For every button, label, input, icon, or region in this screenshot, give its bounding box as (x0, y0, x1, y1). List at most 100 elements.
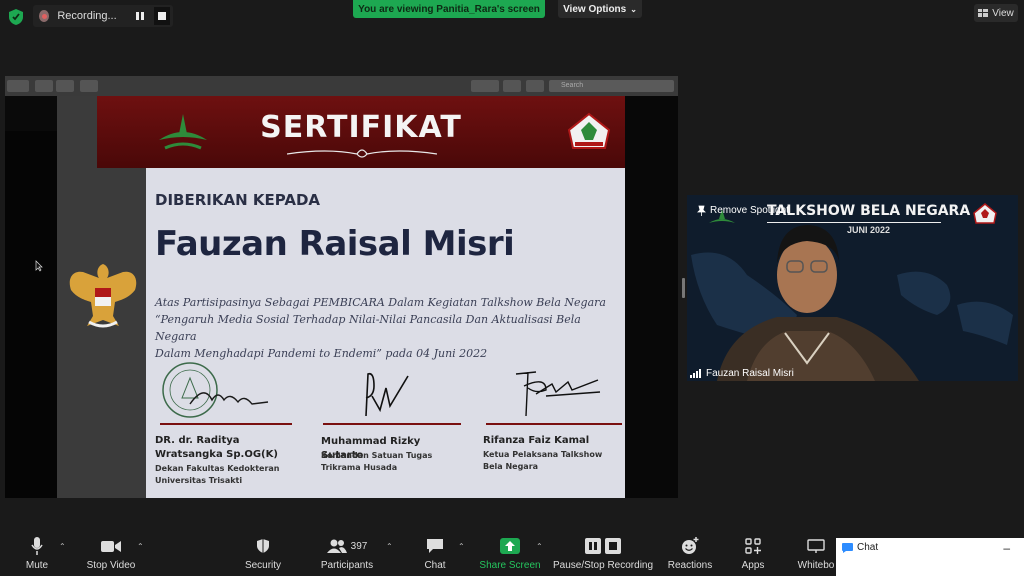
remove-spotlight-button[interactable]: Remove Spotlight (697, 205, 789, 216)
apps-label: Apps (741, 560, 765, 571)
resize-splitter-handle[interactable] (682, 278, 685, 298)
chat-panel-header: Chat (842, 542, 878, 553)
ornament-flourish-icon (287, 149, 437, 158)
mouse-cursor-icon (35, 260, 43, 272)
recipient-name: Fauzan Raisal Misri (155, 224, 515, 264)
signatory-1-name: DR. dr. Raditya Wratsangka Sp.OG(K) (155, 435, 278, 460)
description-line-2: “Pengaruh Media Sosial Terhadap Nilai-Ni… (155, 313, 581, 343)
whiteboard-icon (807, 539, 825, 553)
share-screen-label: Share Screen (479, 560, 541, 571)
share-options-caret-icon[interactable]: ⌃ (536, 542, 543, 551)
search-placeholder: Search (561, 82, 584, 89)
organization-logo-right-icon (567, 112, 611, 149)
stop-icon (158, 12, 167, 20)
chat-options-caret-icon[interactable]: ⌃ (458, 542, 465, 551)
apps-button[interactable]: Apps (740, 536, 766, 576)
zoom-in-button[interactable] (56, 80, 74, 92)
stop-recording-button[interactable] (154, 7, 170, 25)
zoom-out-button[interactable] (35, 80, 53, 92)
security-label: Security (244, 560, 282, 571)
signatory-2-role: Komandan Satuan Tugas Trikrama Husada (321, 451, 433, 472)
share-document-button[interactable] (80, 80, 98, 92)
pause-icon (135, 12, 144, 20)
reactions-label: Reactions (667, 560, 713, 571)
right-dark-panel (625, 96, 678, 498)
signature-line-1 (160, 423, 292, 425)
security-shield-toolbar-icon (257, 539, 269, 553)
security-shield-icon (9, 9, 23, 25)
spotlight-pin-icon (697, 205, 706, 216)
view-options-label: View Options (563, 3, 627, 15)
video-options-caret-icon[interactable]: ⌃ (137, 542, 144, 551)
stop-video-button[interactable]: Stop Video (84, 536, 138, 576)
view-layout-button[interactable]: View (974, 4, 1018, 22)
chat-panel-title: Chat (857, 542, 879, 553)
participants-icon (326, 539, 347, 553)
stop-video-label: Stop Video (86, 560, 136, 571)
share-screen-arrow-icon (500, 538, 520, 554)
mute-button[interactable]: Mute (22, 536, 52, 576)
mute-label: Mute (25, 560, 49, 571)
participant-person-image (717, 225, 919, 381)
shared-screen: Search SERTIFIKAT DIBERIKAN KEPADA Fauza… (5, 76, 678, 498)
recording-label: Recording... (57, 10, 117, 22)
chat-panel[interactable]: Chat – (836, 538, 1024, 576)
pause-stop-recording-label: Pause/Stop Recording (552, 560, 654, 571)
audio-options-caret-icon[interactable]: ⌃ (59, 542, 66, 551)
signature-line-3 (486, 423, 622, 425)
remove-spotlight-label: Remove Spotlight (710, 205, 789, 216)
certificate-body: DIBERIKAN KEPADA Fauzan Raisal Misri Ata… (146, 168, 625, 498)
signal-strength-icon (690, 369, 701, 378)
annotate-button[interactable] (526, 80, 544, 92)
lock-button[interactable] (503, 80, 521, 92)
chat-button[interactable]: Chat (422, 536, 448, 576)
participants-options-caret-icon[interactable]: ⌃ (386, 542, 393, 551)
stop-recording-icon (605, 538, 621, 554)
grid-view-icon (978, 9, 989, 17)
certificate-header: SERTIFIKAT (97, 96, 625, 168)
recording-indicator: Recording... (33, 5, 173, 27)
viewing-screen-banner: You are viewing Panitia_Rara's screen (353, 0, 545, 18)
recording-dot-icon (39, 10, 50, 22)
participants-button[interactable]: 397 Participants (318, 536, 376, 576)
whiteboard-button[interactable]: Whitebo (796, 536, 836, 576)
given-to-heading: DIBERIKAN KEPADA (155, 191, 321, 209)
share-screen-button[interactable]: Share Screen (479, 536, 541, 576)
certificate-title: SERTIFIKAT (260, 110, 462, 145)
markup-button[interactable] (471, 80, 499, 92)
chevron-down-icon: ⌄ (630, 4, 637, 14)
tile-logo-right-icon (973, 203, 997, 224)
reactions-smiley-icon (682, 537, 699, 554)
reactions-button[interactable]: Reactions (668, 536, 712, 576)
view-label: View (992, 7, 1014, 19)
minimize-chat-button[interactable]: – (1003, 542, 1010, 554)
participant-name: Fauzan Raisal Misri (706, 368, 794, 379)
apps-grid-icon (745, 538, 761, 554)
signature-3-image (515, 371, 601, 417)
chat-panel-icon (842, 542, 853, 553)
microphone-icon (31, 537, 43, 555)
security-button[interactable]: Security (244, 536, 282, 576)
certificate-description: Atas Partisipasinya Sebagai PEMBICARA Da… (155, 294, 615, 362)
pdf-toolbar: Search (5, 76, 678, 96)
participants-label: Participants (320, 560, 374, 571)
pause-stop-recording-button[interactable]: Pause/Stop Recording (552, 536, 654, 576)
participants-count: 397 (350, 540, 368, 552)
chat-label: Chat (424, 560, 446, 571)
garuda-emblem-icon (69, 264, 137, 328)
left-dark-panel (5, 131, 57, 498)
signatory-1-role: Dekan Fakultas Kedokteran Universitas Tr… (155, 464, 280, 485)
signature-2-image (365, 372, 409, 417)
chat-bubble-icon (427, 539, 443, 553)
participant-video-tile[interactable]: TALKSHOW BELA NEGARA JUNI 2022 Remove Sp… (687, 195, 1018, 381)
pause-recording-icon (585, 538, 601, 554)
description-line-1: Atas Partisipasinya Sebagai PEMBICARA Da… (155, 296, 606, 309)
view-options-button[interactable]: View Options ⌄ (558, 0, 642, 18)
pause-recording-button[interactable] (133, 8, 147, 24)
signatory-3-role: Ketua Pelaksana Talkshow Bela Negara (483, 450, 603, 471)
pdf-search-field[interactable]: Search (549, 80, 674, 92)
video-camera-icon (101, 540, 121, 552)
whiteboard-label: Whitebo (797, 560, 835, 571)
university-seal-with-signature (162, 362, 269, 418)
sidebar-toggle-button[interactable] (7, 80, 29, 92)
